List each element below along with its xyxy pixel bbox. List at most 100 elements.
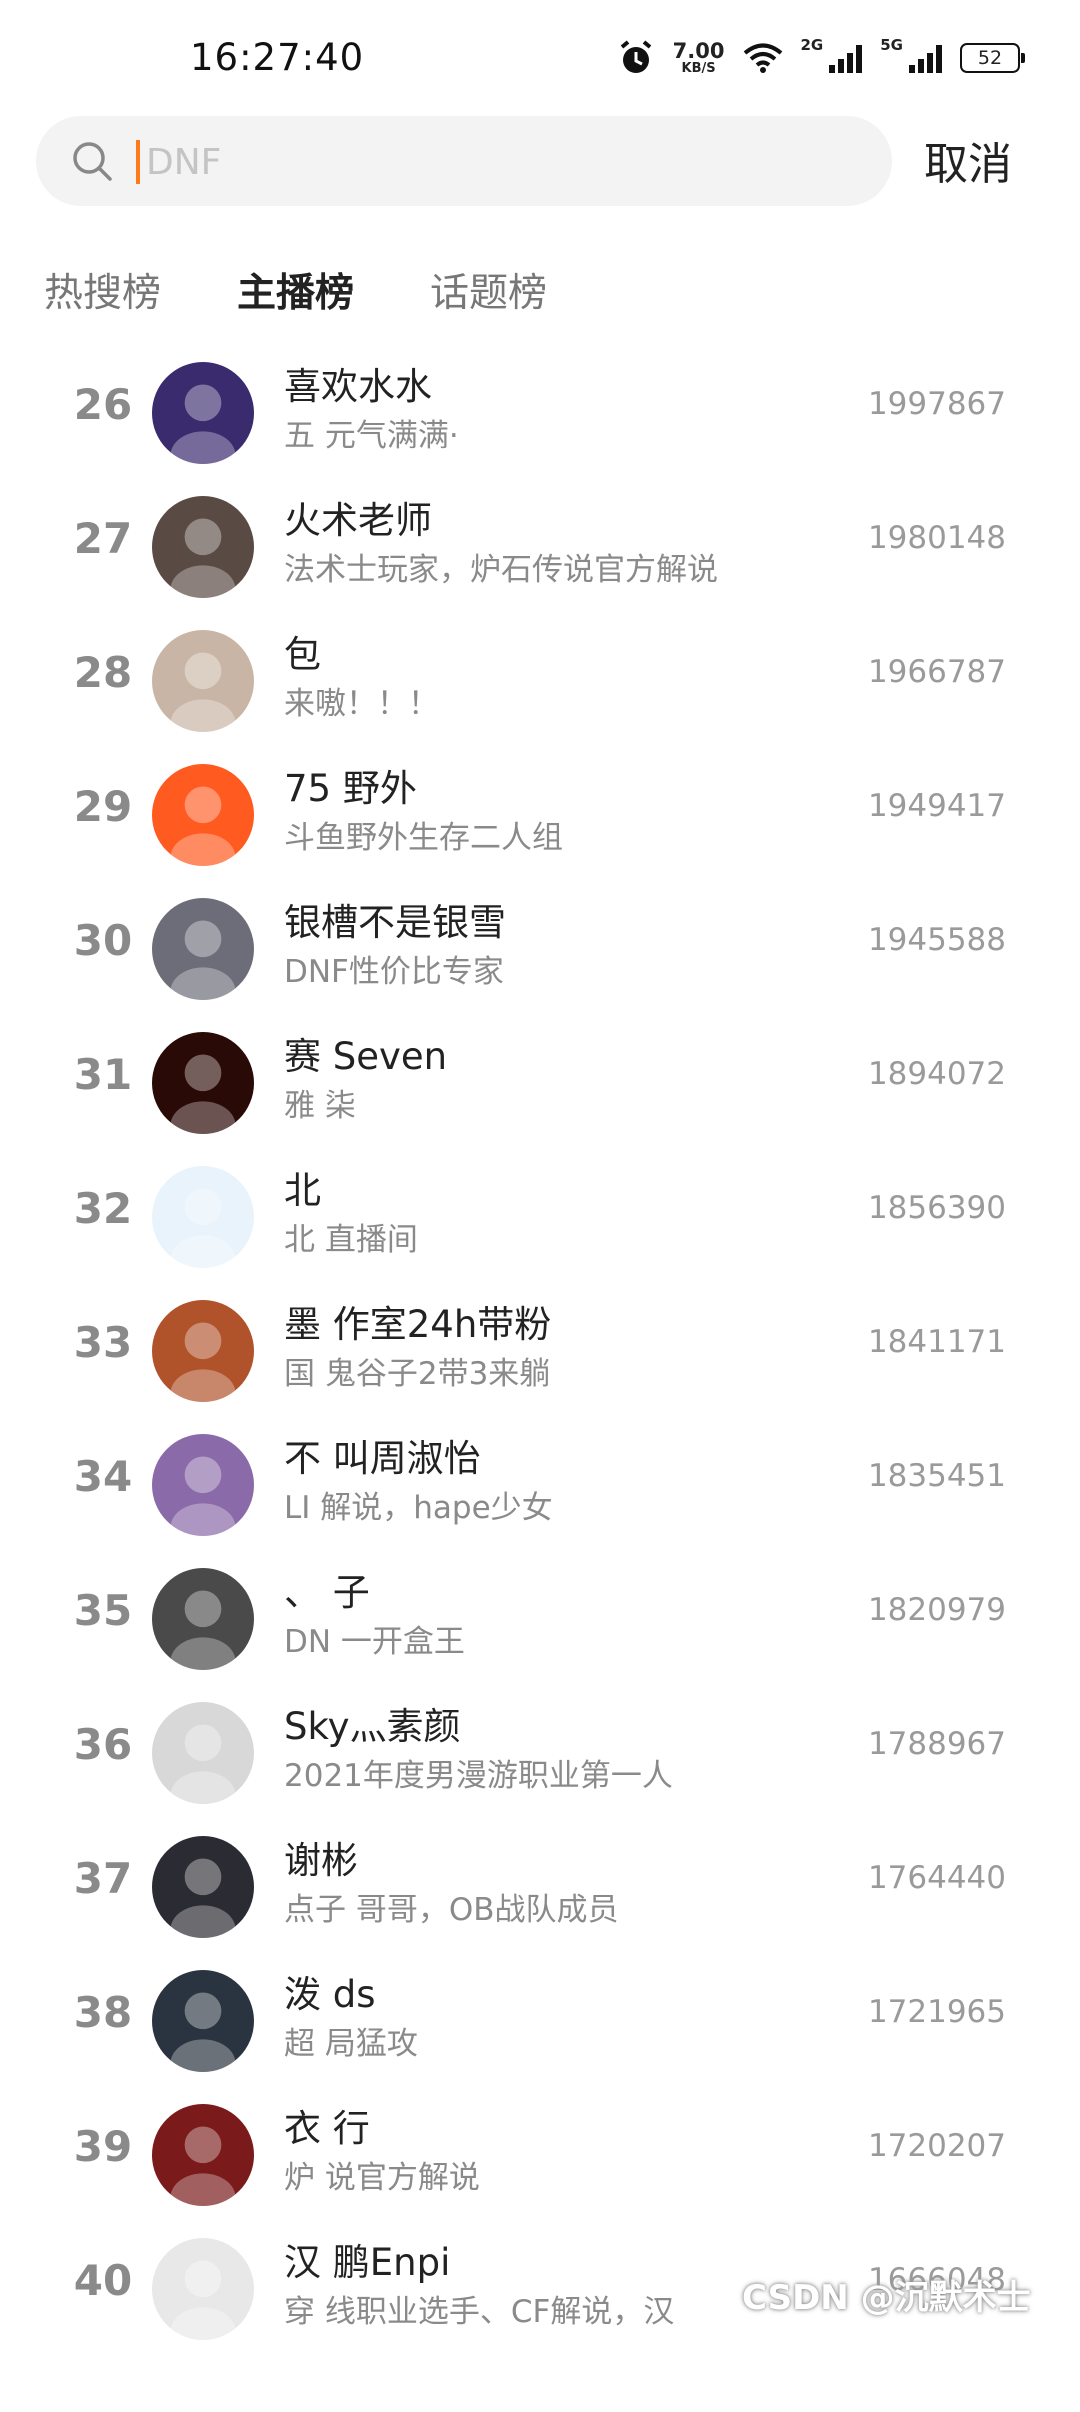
rank-number: 32 [73,1184,133,1233]
cancel-button[interactable]: 取消 [924,128,1012,192]
avatar[interactable] [152,764,254,866]
search-bar[interactable] [36,116,892,206]
avatar-image [152,1434,254,1536]
avatar-image [152,1836,254,1938]
streamer-name: 不 叫周淑怡 [284,1437,481,1480]
avatar-image [152,1970,254,2072]
list-item[interactable]: 28 包 来嗷！！！ 1966787 [0,620,1080,754]
avatar-image [152,1166,254,1268]
streamer-description: 法术士玩家，炉石传说官方解说 [284,552,718,588]
avatar[interactable] [152,496,254,598]
list-item[interactable]: 35 、 子 DN 一开盒王 1820979 [0,1558,1080,1692]
avatar-image [152,1702,254,1804]
tab-streamer[interactable]: 主播榜 [237,262,354,318]
text-cursor [136,140,140,184]
list-item[interactable]: 26 喜欢水水五 元气满满· 1997867 [0,352,1080,486]
avatar-image [152,1300,254,1402]
avatar[interactable] [152,898,254,1000]
avatar[interactable] [152,1836,254,1938]
streamer-name: 赛 Seven [284,1035,448,1078]
avatar-image [152,898,254,1000]
search-input[interactable] [144,134,868,190]
heat-score: 1856390 [867,1190,1006,1226]
list-item[interactable]: 30 银槽不是银雪 DNF性价比专家 1945588 [0,888,1080,1022]
alarm-icon [620,40,651,73]
avatar-image [152,362,254,464]
list-item[interactable]: 34 不 叫周淑怡 LI 解说，hape少女 1835451 [0,1424,1080,1558]
avatar[interactable] [152,2238,254,2340]
avatar[interactable] [152,1970,254,2072]
heat-score: 1835451 [867,1458,1006,1494]
heat-score: 1721965 [867,1994,1006,2030]
list-item[interactable]: 29 75 野外 斗鱼野外生存二人组 1949417 [0,754,1080,888]
streamer-description: 斗鱼野外生存二人组 [284,820,563,856]
streamer-description: 北 直播间 [284,1222,418,1258]
heat-score: 1841171 [867,1324,1006,1360]
wifi-icon [743,43,782,73]
rank-number: 36 [73,1720,133,1769]
streamer-description: 炉 说官方解说 [284,2160,480,2196]
rank-number: 37 [73,1854,133,1903]
streamer-name: 墨 作室24h带粉 [284,1303,552,1346]
avatar[interactable] [152,2104,254,2206]
signal-icon [829,43,863,73]
streamer-name: 、 子 [284,1571,370,1614]
streamer-description: DNF性价比专家 [284,954,504,990]
rank-number: 40 [73,2256,133,2305]
streamer-description: 穿 线职业选手、CF解说，汉 [284,2294,675,2330]
list-item[interactable]: 31 赛 Seven 雅 柒 1894072 [0,1022,1080,1156]
streamer-name: 火术老师 [284,499,432,542]
network-speed: 7.00 KB/S [672,39,725,76]
list-item[interactable]: 27 火术老师 法术士玩家，炉石传说官方解说 1980148 [0,486,1080,620]
streamer-description: 五 元气满满· [284,418,459,454]
heat-score: 1949417 [867,788,1006,824]
list-item[interactable]: 38 泼 ds 超 局猛攻 1721965 [0,1960,1080,2094]
heat-score: 1966787 [867,654,1006,690]
list-item[interactable]: 39 衣 行炉 说官方解说 1720207 [0,2094,1080,2228]
rank-number: 29 [73,782,133,831]
list-item[interactable]: 37 谢彬 点子 哥哥，OB战队成员 1764440 [0,1826,1080,1960]
streamer-name: 包 [284,633,321,676]
list-item[interactable]: 32 北北 直播间 1856390 [0,1156,1080,1290]
search-icon [73,142,112,181]
speed-unit: KB/S [681,61,716,76]
heat-score: 1820979 [867,1592,1006,1628]
ranking-tabs: 热搜榜 主播榜 话题榜 [44,262,547,318]
watermark: CSDN @沉默术士 [742,2278,1031,2318]
avatar[interactable] [152,362,254,464]
streamer-name: 喜欢水水 [284,365,432,408]
avatar-image [152,630,254,732]
streamer-name: 北 [284,1169,321,1212]
avatar[interactable] [152,1434,254,1536]
rank-number: 27 [73,514,133,563]
avatar[interactable] [152,1300,254,1402]
rank-number: 35 [73,1586,133,1635]
heat-score: 1945588 [867,922,1006,958]
avatar[interactable] [152,630,254,732]
streamer-description: 来嗷！！！ [284,686,439,722]
rank-number: 33 [73,1318,133,1367]
list-item[interactable]: 36 Sky灬素颜 2021年度男漫游职业第一人 1788967 [0,1692,1080,1826]
heat-score: 1764440 [867,1860,1006,1896]
avatar[interactable] [152,1166,254,1268]
tab-topic[interactable]: 话题榜 [430,262,547,318]
heat-score: 1980148 [867,520,1006,556]
avatar-image [152,1568,254,1670]
heat-score: 1997867 [867,386,1006,422]
rank-number: 26 [73,380,133,429]
avatar-image [152,2104,254,2206]
list-item[interactable]: 33 墨 作室24h带粉国 鬼谷子2带3来躺 1841171 [0,1290,1080,1424]
heat-score: 1894072 [867,1056,1006,1092]
streamer-description: 雅 柒 [284,1088,356,1124]
status-time: 16:27:40 [190,36,365,79]
avatar[interactable] [152,1568,254,1670]
streamer-name: 衣 行 [284,2107,370,2150]
signal-1-label: 2G [800,36,824,54]
tab-hot-search[interactable]: 热搜榜 [44,262,161,318]
avatar[interactable] [152,1702,254,1804]
battery-icon: 52 [960,43,1025,73]
avatar[interactable] [152,1032,254,1134]
streamer-name: 泼 ds [284,1973,376,2016]
streamer-description: 超 局猛攻 [284,2026,418,2062]
speed-value: 7.00 [672,39,725,63]
